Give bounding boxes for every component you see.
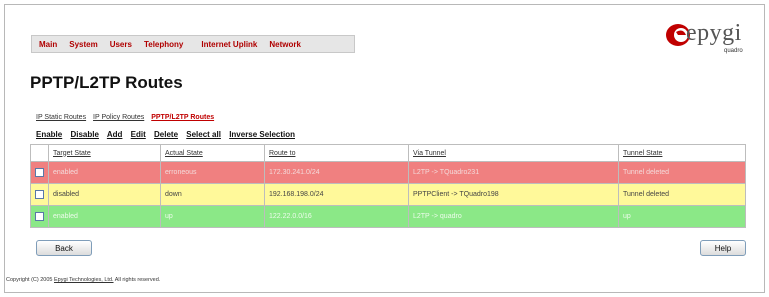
cell-via-tunnel: L2TP -> quadro <box>408 205 619 228</box>
row-checkbox[interactable] <box>35 212 44 221</box>
logo-subtitle: quadro <box>724 48 743 54</box>
inverse-selection-button[interactable]: Inverse Selection <box>229 130 295 139</box>
epygi-logo: epygi quadro <box>664 20 764 60</box>
header-via-tunnel[interactable]: Via Tunnel <box>408 144 619 162</box>
row-checkbox[interactable] <box>35 190 44 199</box>
row-select-cell <box>30 161 49 184</box>
delete-button[interactable]: Delete <box>154 130 178 139</box>
logo-text: epygi <box>686 20 742 46</box>
nav-main[interactable]: Main <box>39 40 57 49</box>
top-navigation: Main System Users Telephony Internet Upl… <box>31 35 355 53</box>
link-ip-policy-routes[interactable]: IP Policy Routes <box>93 114 144 121</box>
row-select-cell <box>30 205 49 228</box>
page-title: PPTP/L2TP Routes <box>30 73 183 92</box>
copyright-prefix: Copyright (C) 2005 <box>6 277 53 283</box>
cell-actual-state: up <box>160 205 265 228</box>
cell-route-to: 192.168.198.0/24 <box>264 183 409 206</box>
cell-tunnel-state: up <box>618 205 746 228</box>
header-route-to[interactable]: Route to <box>264 144 409 162</box>
link-pptp-l2tp-routes[interactable]: PPTP/L2TP Routes <box>151 114 214 121</box>
cell-via-tunnel: L2TP -> TQuadro231 <box>408 161 619 184</box>
header-select <box>30 144 49 162</box>
header-tunnel-state[interactable]: Tunnel State <box>618 144 746 162</box>
table-row[interactable]: enabled up 122.22.0.0/16 L2TP -> quadro … <box>30 205 746 228</box>
header-actual-state[interactable]: Actual State <box>160 144 265 162</box>
row-select-cell <box>30 183 49 206</box>
header-target-state[interactable]: Target State <box>48 144 161 162</box>
back-button[interactable]: Back <box>36 240 92 256</box>
disable-button[interactable]: Disable <box>70 130 98 139</box>
cell-tunnel-state: Tunnel deleted <box>618 161 746 184</box>
edit-button[interactable]: Edit <box>131 130 146 139</box>
cell-route-to: 122.22.0.0/16 <box>264 205 409 228</box>
help-button[interactable]: Help <box>700 240 746 256</box>
row-checkbox[interactable] <box>35 168 44 177</box>
cell-target-state: enabled <box>48 161 161 184</box>
table-row[interactable]: enabled erroneous 172.30.241.0/24 L2TP -… <box>30 161 746 184</box>
company-link[interactable]: Epygi Technologies, Ltd. <box>54 277 114 283</box>
nav-users[interactable]: Users <box>110 40 132 49</box>
nav-telephony[interactable]: Telephony <box>144 40 183 49</box>
cell-tunnel-state: Tunnel deleted <box>618 183 746 206</box>
nav-network[interactable]: Network <box>269 40 301 49</box>
enable-button[interactable]: Enable <box>36 130 62 139</box>
table-row[interactable]: disabled down 192.168.198.0/24 PPTPClien… <box>30 183 746 206</box>
copyright-suffix: All rights reserved. <box>114 277 161 283</box>
select-all-button[interactable]: Select all <box>186 130 221 139</box>
cell-actual-state: erroneous <box>160 161 265 184</box>
add-button[interactable]: Add <box>107 130 123 139</box>
nav-system[interactable]: System <box>69 40 97 49</box>
nav-internet-uplink[interactable]: Internet Uplink <box>201 40 257 49</box>
cell-via-tunnel: PPTPClient -> TQuadro198 <box>408 183 619 206</box>
copyright-footer: Copyright (C) 2005 Epygi Technologies, L… <box>6 277 160 283</box>
action-toolbar: Enable Disable Add Edit Delete Select al… <box>36 130 301 139</box>
link-ip-static-routes[interactable]: IP Static Routes <box>36 114 86 121</box>
route-type-links: IP Static Routes IP Policy Routes PPTP/L… <box>36 114 219 121</box>
cell-route-to: 172.30.241.0/24 <box>264 161 409 184</box>
routes-table: Target State Actual State Route to Via T… <box>30 144 746 228</box>
cell-actual-state: down <box>160 183 265 206</box>
table-header-row: Target State Actual State Route to Via T… <box>30 144 746 162</box>
cell-target-state: disabled <box>48 183 161 206</box>
cell-target-state: enabled <box>48 205 161 228</box>
